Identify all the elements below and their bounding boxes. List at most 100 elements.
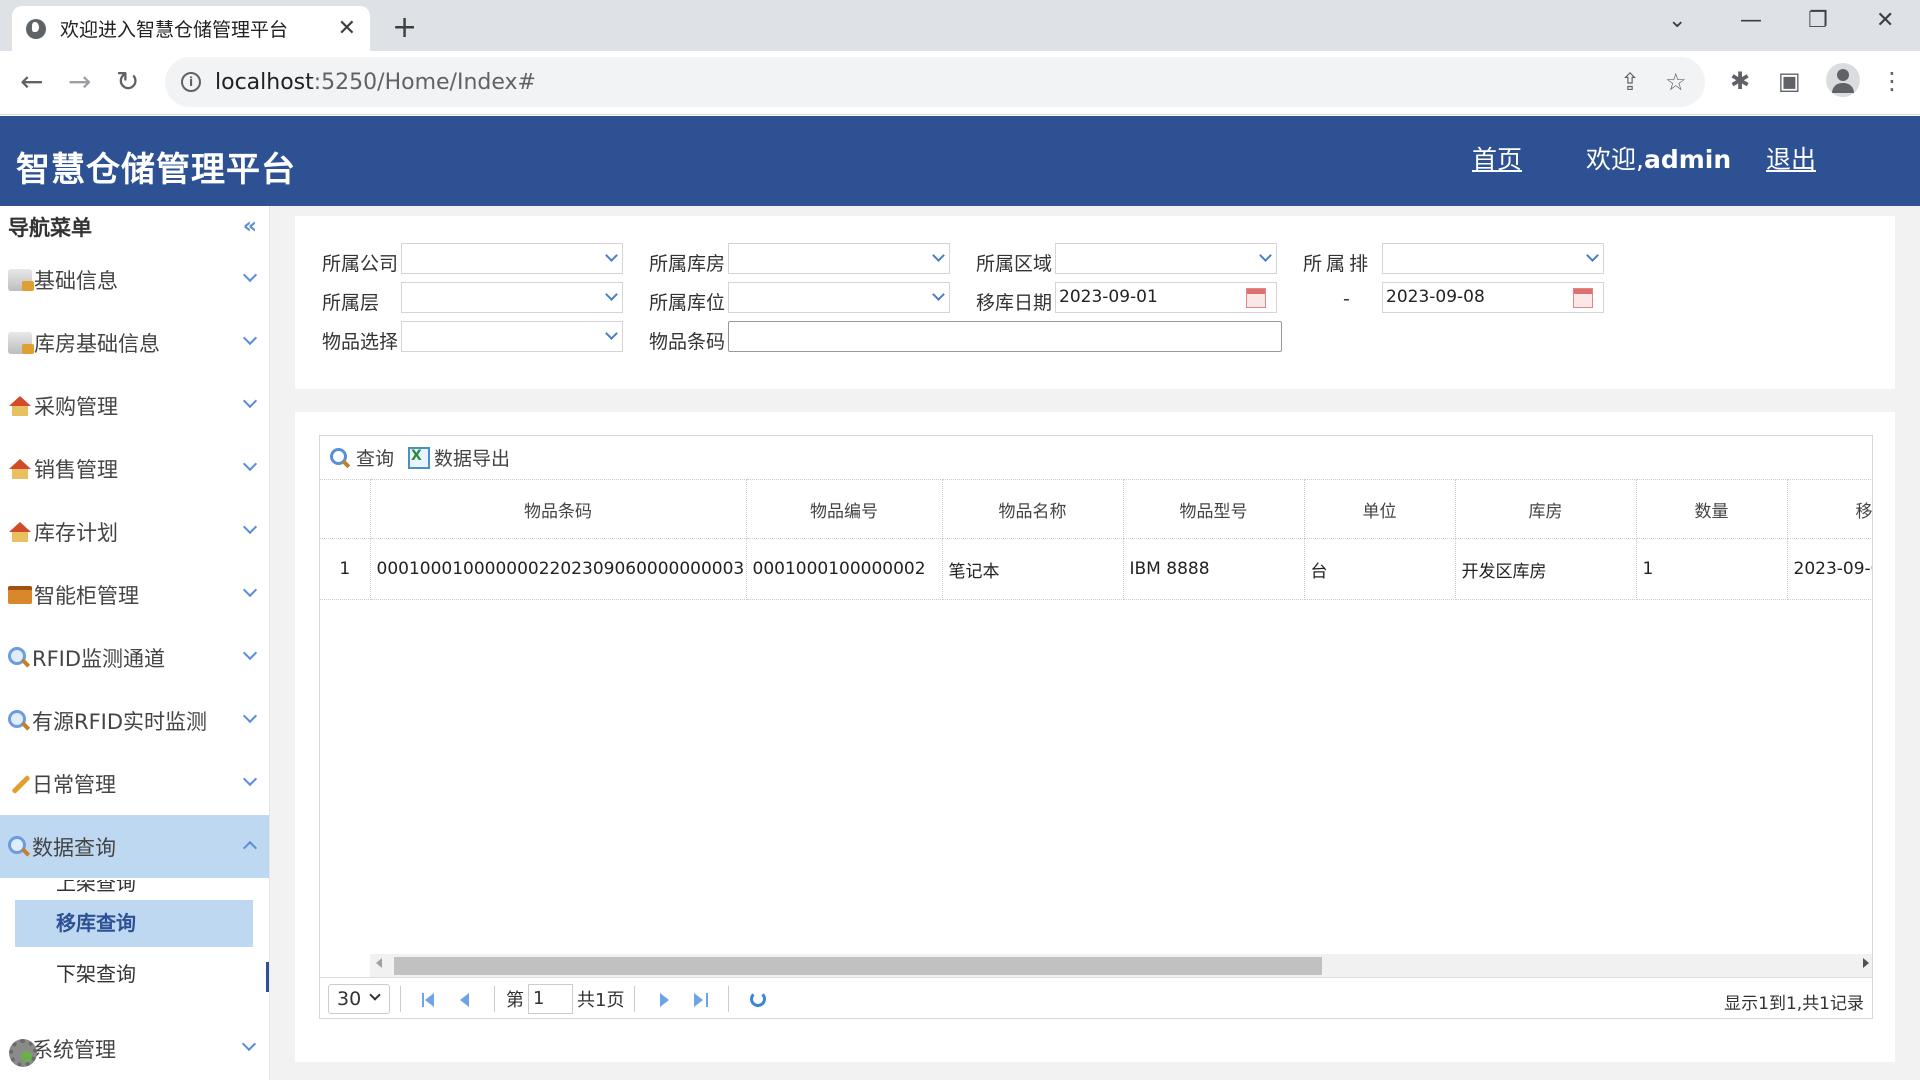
column-header[interactable]: 数量 bbox=[1636, 479, 1788, 539]
chevron-down-icon bbox=[241, 1036, 257, 1052]
logout-link[interactable]: 退出 bbox=[1766, 140, 1816, 176]
sidebar-item-smart-cabinet[interactable]: 智能柜管理 bbox=[0, 563, 269, 626]
house-icon bbox=[8, 521, 32, 542]
row-select[interactable] bbox=[1382, 243, 1604, 274]
page-number-input[interactable]: 1 bbox=[528, 984, 573, 1014]
chevron-down-icon bbox=[1259, 249, 1272, 262]
tab-title: 欢迎进入智慧仓储管理平台 bbox=[60, 19, 289, 41]
calendar-icon[interactable] bbox=[1246, 288, 1266, 308]
home-link[interactable]: 首页 bbox=[1472, 140, 1522, 176]
sidebar-item-warehouse-basic-info[interactable]: 库房基础信息 bbox=[0, 311, 269, 374]
browser-tab[interactable]: 欢迎进入智慧仓储管理平台 ✕ bbox=[12, 6, 370, 51]
sidebar-item-label: 数据查询 bbox=[32, 835, 116, 860]
item-code-cell: 0001000100000002 bbox=[746, 538, 943, 600]
page-size-value: 30 bbox=[337, 988, 362, 1010]
export-button[interactable]: 数据导出 bbox=[408, 444, 510, 471]
back-icon[interactable]: ← bbox=[20, 65, 43, 98]
company-select[interactable] bbox=[401, 243, 623, 274]
forward-icon[interactable]: → bbox=[68, 65, 91, 98]
chevron-down-icon bbox=[242, 519, 258, 535]
menu-kebab-icon[interactable]: ⋮ bbox=[1880, 67, 1904, 95]
date-from-input[interactable]: 2023-09-01 bbox=[1055, 282, 1277, 313]
sidebar-item-basic-info[interactable]: 基础信息 bbox=[0, 248, 269, 311]
first-page-button[interactable] bbox=[416, 985, 444, 1013]
tab-close-icon[interactable]: ✕ bbox=[338, 16, 356, 41]
reload-icon[interactable]: ↻ bbox=[116, 65, 139, 98]
window-close-icon[interactable]: ✕ bbox=[1876, 8, 1894, 33]
side-panel-icon[interactable]: ▣ bbox=[1778, 67, 1801, 95]
sidebar-item-active-rfid[interactable]: 有源RFID实时监测 bbox=[0, 689, 269, 752]
column-header[interactable]: 物品名称 bbox=[942, 479, 1124, 539]
sidebar-item-inventory-plan[interactable]: 库存计划 bbox=[0, 500, 269, 563]
warehouse-select[interactable] bbox=[728, 243, 950, 274]
scroll-right-icon[interactable] bbox=[1863, 958, 1869, 968]
horizontal-scrollbar[interactable] bbox=[370, 954, 1872, 977]
column-header[interactable]: 物品型号 bbox=[1123, 479, 1305, 539]
item-select[interactable] bbox=[401, 321, 623, 352]
page-size-select[interactable]: 30 bbox=[328, 984, 390, 1014]
item-name-cell: 笔记本 bbox=[942, 538, 1124, 600]
tab-search-chevron-icon[interactable]: ⌄ bbox=[1668, 8, 1686, 33]
grid-toolbar: 查询 数据导出 bbox=[320, 436, 1872, 479]
floor-select[interactable] bbox=[401, 282, 623, 313]
wrench-icon bbox=[8, 773, 30, 795]
url-path: :5250/Home/Index# bbox=[313, 69, 536, 95]
table-row[interactable]: 1 0001000100000002202309060000000003 000… bbox=[320, 538, 1872, 600]
scroll-left-icon[interactable] bbox=[376, 958, 382, 968]
site-info-icon[interactable]: i bbox=[181, 72, 201, 92]
share-icon[interactable]: ⇪ bbox=[1620, 68, 1640, 96]
company-label: 所属公司 bbox=[322, 253, 399, 275]
prev-page-button[interactable] bbox=[452, 985, 480, 1013]
export-label: 数据导出 bbox=[434, 448, 511, 470]
column-header[interactable]: 库房 bbox=[1455, 479, 1637, 539]
sidebar-subitem-unshelving-query[interactable]: 下架查询 bbox=[0, 954, 268, 994]
column-header[interactable]: 物品条码 bbox=[370, 479, 747, 539]
area-select[interactable] bbox=[1055, 243, 1277, 274]
house-icon bbox=[8, 458, 32, 479]
gear-icon bbox=[8, 1038, 37, 1067]
chevron-down-icon bbox=[369, 989, 381, 1001]
bookmark-star-icon[interactable]: ☆ bbox=[1665, 68, 1687, 96]
extensions-icon[interactable]: ✱ bbox=[1730, 67, 1750, 95]
sidebar-item-daily-management[interactable]: 日常管理 bbox=[0, 752, 269, 815]
location-select[interactable] bbox=[728, 282, 950, 313]
sidebar-item-data-query[interactable]: 数据查询 bbox=[0, 815, 269, 878]
address-bar[interactable]: i localhost:5250/Home/Index# ⇪ ☆ bbox=[165, 57, 1705, 107]
app-title: 智慧仓储管理平台 bbox=[16, 150, 296, 190]
refresh-button[interactable] bbox=[744, 985, 772, 1013]
restore-icon[interactable]: ❐ bbox=[1808, 8, 1828, 33]
scrollbar-thumb[interactable] bbox=[394, 957, 1322, 975]
move-date-label: 移库日期 bbox=[976, 292, 1053, 314]
refresh-icon bbox=[750, 991, 767, 1007]
sidebar-item-label: 智能柜管理 bbox=[34, 583, 139, 608]
url-text: localhost:5250/Home/Index# bbox=[215, 70, 536, 95]
profile-avatar-icon[interactable] bbox=[1826, 63, 1860, 97]
column-header[interactable]: 物品编号 bbox=[746, 479, 943, 539]
sidebar-item-system-management[interactable]: 系统管理 bbox=[0, 1017, 268, 1080]
query-label: 查询 bbox=[356, 448, 395, 470]
barcode-input[interactable] bbox=[728, 321, 1282, 352]
new-tab-icon[interactable]: + bbox=[392, 10, 417, 45]
sidebar-item-label: 采购管理 bbox=[34, 394, 118, 419]
next-page-button[interactable] bbox=[650, 985, 678, 1013]
welcome-text: 欢迎,admin bbox=[1586, 140, 1731, 176]
sidebar-subitem-transfer-query[interactable]: 移库查询 bbox=[15, 900, 253, 947]
date-to-input[interactable]: 2023-09-08 bbox=[1382, 282, 1604, 313]
barcode-cell: 0001000100000002202309060000000003 bbox=[370, 538, 747, 600]
sidebar-title: 导航菜单 bbox=[8, 216, 92, 240]
column-header[interactable]: 移 bbox=[1787, 479, 1872, 539]
sidebar-item-purchasing[interactable]: 采购管理 bbox=[0, 374, 269, 437]
minimize-icon[interactable]: — bbox=[1740, 8, 1762, 33]
sidebar-item-rfid-channel[interactable]: RFID监测通道 bbox=[0, 626, 269, 689]
last-page-button[interactable] bbox=[686, 985, 714, 1013]
sidebar-subitem-shelving-query[interactable]: 上架查询 bbox=[0, 880, 268, 894]
sidebar-item-sales[interactable]: 销售管理 bbox=[0, 437, 269, 500]
column-header[interactable]: 单位 bbox=[1304, 479, 1456, 539]
sidebar-submenu-scrollbar[interactable] bbox=[266, 962, 269, 992]
house-icon bbox=[8, 395, 32, 416]
calendar-icon[interactable] bbox=[1573, 288, 1593, 308]
url-host: localhost bbox=[215, 69, 314, 95]
collapse-sidebar-icon[interactable]: « bbox=[243, 214, 257, 239]
chevron-down-icon bbox=[242, 456, 258, 472]
query-button[interactable]: 查询 bbox=[330, 444, 394, 471]
